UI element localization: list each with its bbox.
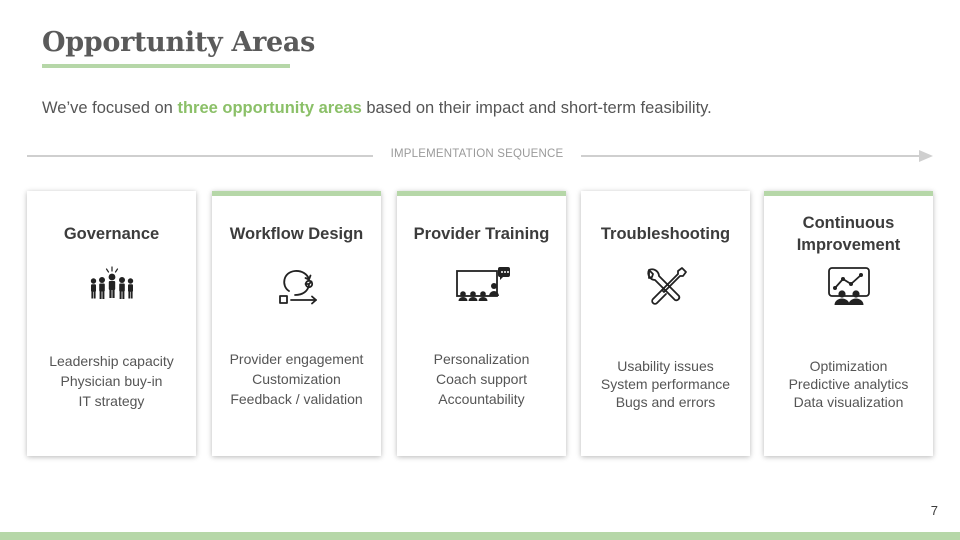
list-item: Physician buy-in (60, 373, 163, 389)
card-workflow-design: Workflow Design Provider engagement Cust… (212, 191, 381, 456)
list-item: IT strategy (78, 393, 145, 409)
list-item: Data visualization (793, 394, 904, 410)
card-title: Workflow Design (229, 225, 364, 243)
card-item-list: Personalization Coach support Accountabi… (397, 349, 566, 409)
title-underline (42, 64, 290, 68)
list-item: Usability issues (617, 358, 714, 374)
card-provider-training: Provider Training Personalization Coach … (397, 191, 566, 456)
card-title: Provider Training (413, 225, 550, 243)
slide-title: Opportunity Areas (42, 27, 316, 58)
card-item-list: Optimization Predictive analytics Data v… (764, 357, 933, 411)
workflow-cycle-icon (269, 264, 325, 308)
page-number: 7 (930, 503, 938, 518)
sequence-label: IMPLEMENTATION SEQUENCE (390, 148, 564, 160)
card-item-list: Usability issues System performance Bugs… (581, 357, 750, 411)
analytics-board-icon (821, 264, 877, 308)
card-item-list: Leadership capacity Physician buy-in IT … (27, 351, 196, 411)
list-item: Coach support (435, 371, 528, 387)
intro-highlight: three opportunity areas (177, 99, 362, 117)
intro-before: We’ve focused on (42, 99, 178, 117)
leadership-group-icon (84, 264, 140, 308)
card-title: Continuous Improvement (796, 214, 901, 254)
list-item: Accountability (438, 391, 525, 407)
list-item: Customization (252, 371, 341, 387)
sequence-line-right (581, 155, 921, 157)
sequence-arrow-icon (919, 150, 933, 162)
list-item: Provider engagement (229, 351, 364, 367)
list-item: Optimization (809, 358, 888, 374)
list-item: Predictive analytics (788, 376, 909, 392)
intro-after: based on their impact and short-term fea… (361, 99, 712, 117)
card-title: Troubleshooting (600, 225, 731, 243)
list-item: Bugs and errors (615, 394, 716, 410)
sequence-line-left (27, 155, 373, 157)
card-title: Governance (63, 225, 160, 243)
list-item: Feedback / validation (230, 391, 363, 407)
card-continuous-improvement: Continuous Improvement Optimization Pred… (764, 191, 933, 456)
card-governance: Governance Leadership capacity Physician… (27, 191, 196, 456)
list-item: Leadership capacity (49, 353, 174, 369)
intro-text: We’ve focused on three opportunity areas… (42, 99, 712, 118)
list-item: Personalization (433, 351, 530, 367)
wrench-screwdriver-icon (638, 264, 694, 308)
presentation-training-icon (454, 264, 510, 308)
card-troubleshooting: Troubleshooting Usability issues System … (581, 191, 750, 456)
list-item: System performance (600, 376, 731, 392)
card-item-list: Provider engagement Customization Feedba… (212, 349, 381, 409)
footer-accent-bar (0, 532, 960, 540)
